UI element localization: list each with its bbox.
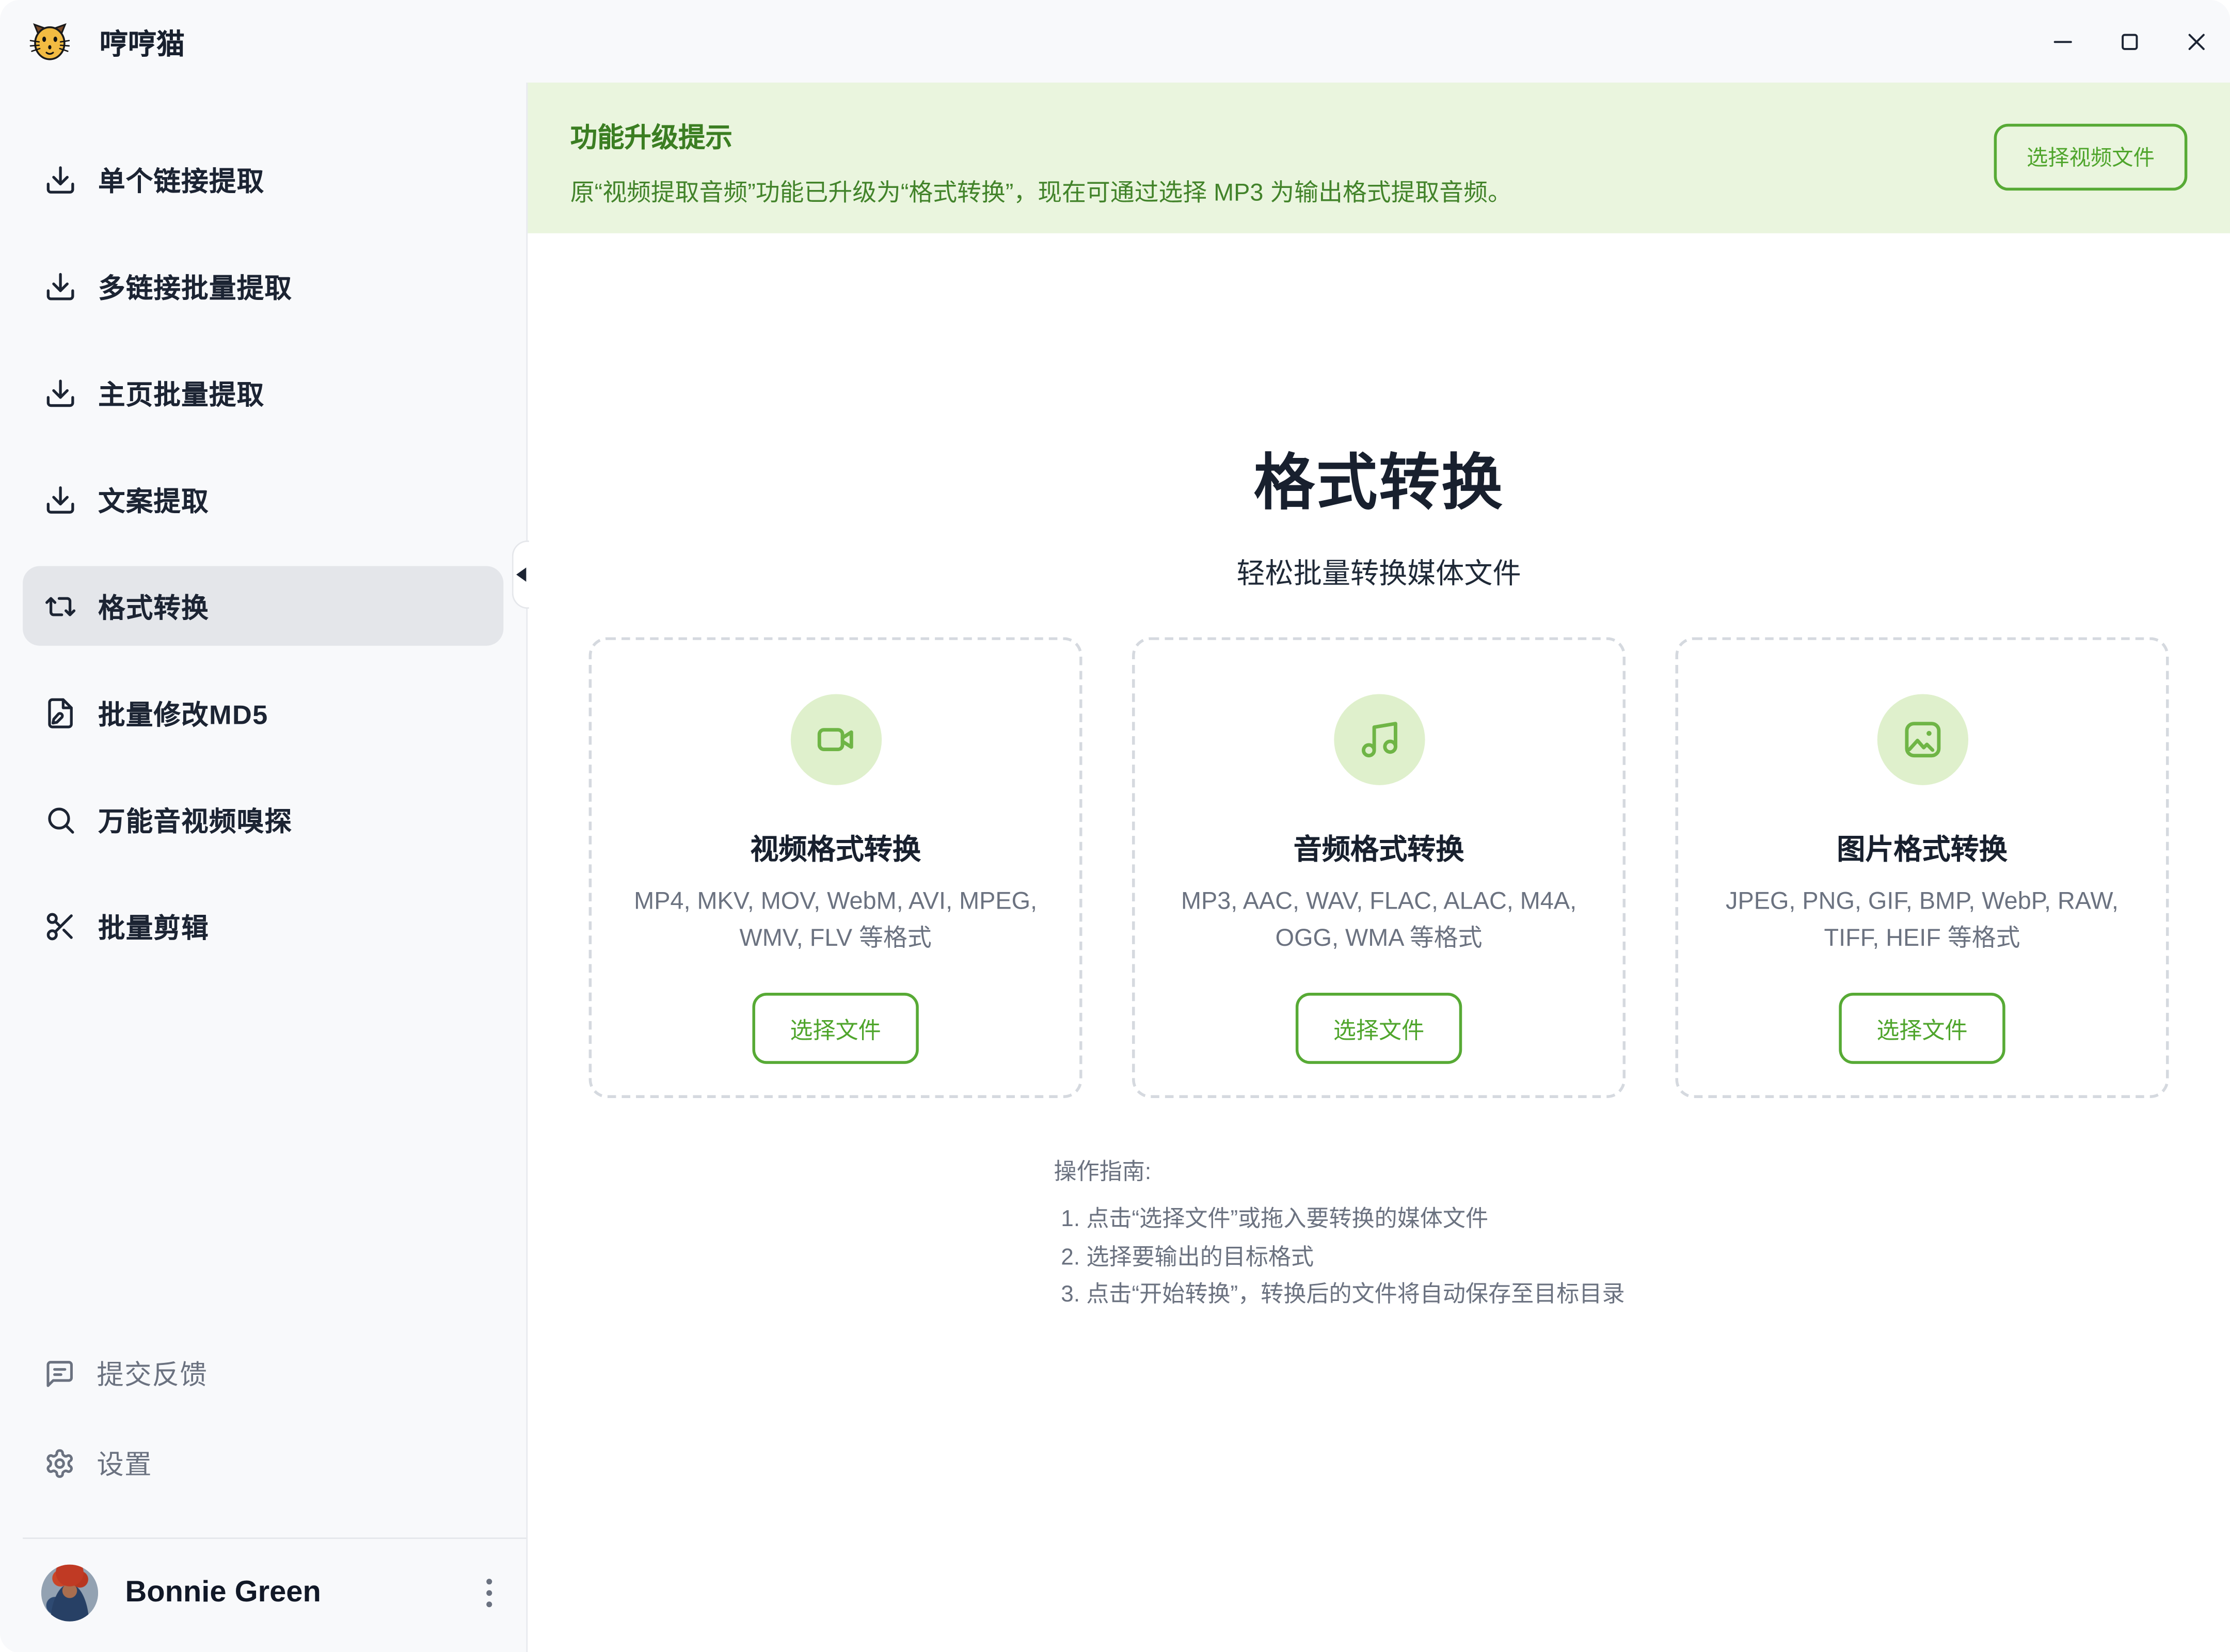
gear-icon: [44, 1447, 75, 1479]
select-file-button[interactable]: 选择文件: [1296, 993, 1461, 1064]
card-title: 图片格式转换: [1678, 827, 2166, 868]
avatar: [41, 1564, 98, 1621]
select-file-button[interactable]: 选择文件: [753, 993, 918, 1064]
window-controls: [2049, 28, 2209, 54]
maximize-button[interactable]: [2116, 28, 2142, 54]
sidebar-item-label: 多链接批量提取: [98, 267, 292, 305]
page-subtitle: 轻松批量转换媒体文件: [528, 550, 2230, 592]
guide-title: 操作指南:: [1054, 1152, 2230, 1186]
maximize-icon: [2117, 29, 2141, 53]
main-area: 功能升级提示 原“视频提取音频”功能已升级为“格式转换”，现在可通过选择 MP3…: [528, 83, 2230, 1652]
sidebar-item-label: 单个链接提取: [98, 160, 264, 198]
sidebar-item-settings[interactable]: 设置: [23, 1426, 503, 1500]
image-convert-card[interactable]: 图片格式转换 JPEG, PNG, GIF, BMP, WebP, RAW, T…: [1676, 637, 2169, 1098]
scissors-icon: [44, 910, 76, 942]
converter-cards: 视频格式转换 MP4, MKV, MOV, WebM, AVI, MPEG, W…: [528, 637, 2230, 1098]
minimize-button[interactable]: [2049, 28, 2075, 54]
sidebar-item-multi-link-batch-extract[interactable]: 多链接批量提取: [23, 246, 503, 326]
sidebar-item-feedback[interactable]: 提交反馈: [23, 1336, 503, 1410]
sidebar-spacer: [0, 993, 526, 1336]
window: 哼哼猫 单个链接提取: [0, 0, 2230, 1652]
page-title: 格式转换: [528, 434, 2230, 522]
video-convert-card[interactable]: 视频格式转换 MP4, MKV, MOV, WebM, AVI, MPEG, W…: [589, 637, 1082, 1098]
image-icon: [1901, 718, 1944, 761]
sidebar-item-label: 批量修改MD5: [98, 693, 268, 732]
sidebar: 单个链接提取 多链接批量提取 主页批量提取 文案提取 格式转换: [0, 83, 528, 1652]
sidebar-item-label: 文案提取: [98, 480, 209, 518]
sidebar-item-label: 设置: [97, 1443, 152, 1482]
guide-step: 1. 点击“选择文件”或拖入要转换的媒体文件: [1054, 1202, 2230, 1240]
sidebar-item-single-link-extract[interactable]: 单个链接提取: [23, 139, 503, 219]
sidebar-item-copy-extract[interactable]: 文案提取: [23, 459, 503, 539]
card-title: 音频格式转换: [1135, 827, 1623, 868]
download-icon: [44, 269, 76, 302]
video-icon: [814, 718, 857, 761]
sidebar-item-label: 主页批量提取: [98, 373, 264, 411]
sidebar-item-media-sniffer[interactable]: 万能音视频嗅探: [23, 780, 503, 859]
sidebar-item-batch-clip[interactable]: 批量剪辑: [23, 886, 503, 965]
user-menu-kebab-icon[interactable]: [481, 1572, 498, 1612]
app-title: 哼哼猫: [100, 21, 185, 62]
sidebar-collapse-handle[interactable]: [512, 541, 529, 609]
download-icon: [44, 376, 76, 409]
feedback-bubble-icon: [44, 1358, 75, 1389]
select-video-file-button[interactable]: 选择视频文件: [1994, 124, 2188, 190]
minimize-icon: [2050, 29, 2074, 53]
user-row[interactable]: Bonnie Green: [0, 1538, 526, 1652]
guide-step: 2. 选择要输出的目标格式: [1054, 1240, 2230, 1277]
download-icon: [44, 483, 76, 515]
icon-circle: [1333, 694, 1424, 785]
sidebar-item-format-convert[interactable]: 格式转换: [23, 566, 503, 646]
chevron-left-icon: [516, 567, 525, 582]
operation-guide: 操作指南: 1. 点击“选择文件”或拖入要转换的媒体文件 2. 选择要输出的目标…: [1054, 1152, 2230, 1315]
music-icon: [1358, 718, 1400, 761]
search-icon: [44, 803, 76, 835]
close-button[interactable]: [2183, 28, 2209, 54]
icon-circle: [790, 694, 881, 785]
sidebar-item-batch-modify-md5[interactable]: 批量修改MD5: [23, 673, 503, 752]
content: 格式转换 轻松批量转换媒体文件 视频格式转换 MP4, MKV, MOV, We…: [528, 233, 2230, 1652]
card-formats: MP3, AAC, WAV, FLAC, ALAC, M4A, OGG, WMA…: [1135, 883, 1623, 957]
upgrade-banner: 功能升级提示 原“视频提取音频”功能已升级为“格式转换”，现在可通过选择 MP3…: [528, 83, 2230, 233]
cat-logo-icon: [28, 20, 71, 63]
sidebar-item-homepage-batch-extract[interactable]: 主页批量提取: [23, 353, 503, 432]
card-formats: JPEG, PNG, GIF, BMP, WebP, RAW, TIFF, HE…: [1678, 883, 2166, 957]
icon-circle: [1876, 694, 1967, 785]
banner-title: 功能升级提示: [570, 83, 1946, 155]
card-title: 视频格式转换: [592, 827, 1079, 868]
select-file-button[interactable]: 选择文件: [1840, 993, 2005, 1064]
body-row: 单个链接提取 多链接批量提取 主页批量提取 文案提取 格式转换: [0, 83, 2230, 1652]
sidebar-item-label: 提交反馈: [97, 1354, 208, 1392]
user-name: Bonnie Green: [125, 1575, 321, 1609]
audio-convert-card[interactable]: 音频格式转换 MP3, AAC, WAV, FLAC, ALAC, M4A, O…: [1132, 637, 1626, 1098]
card-formats: MP4, MKV, MOV, WebM, AVI, MPEG, WMV, FLV…: [592, 883, 1079, 957]
app-window: 哼哼猫 单个链接提取: [0, 0, 2230, 1652]
close-icon: [2184, 29, 2208, 53]
sidebar-item-label: 万能音视频嗅探: [98, 800, 292, 838]
sidebar-item-label: 批量剪辑: [98, 907, 209, 945]
guide-step: 3. 点击“开始转换”，转换后的文件将自动保存至目标目录: [1054, 1277, 2230, 1315]
banner-message: 原“视频提取音频”功能已升级为“格式转换”，现在可通过选择 MP3 为输出格式提…: [570, 172, 1946, 208]
file-pen-icon: [44, 696, 76, 729]
download-icon: [44, 163, 76, 195]
sidebar-item-label: 格式转换: [98, 586, 209, 625]
titlebar: 哼哼猫: [0, 0, 2230, 83]
repeat-icon: [44, 590, 76, 622]
